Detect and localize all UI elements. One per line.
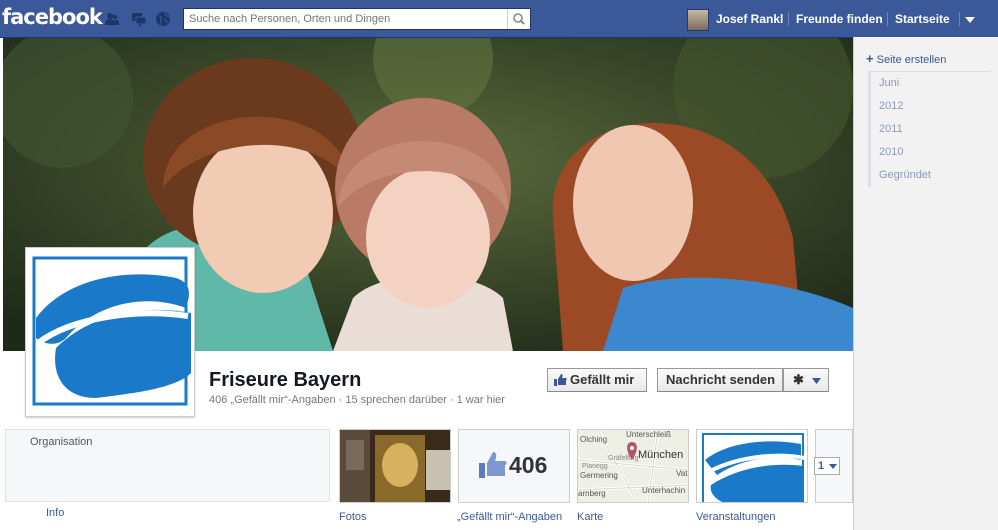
svg-text:Planegg: Planegg bbox=[582, 463, 608, 470]
like-button[interactable]: Gefällt mir bbox=[547, 368, 647, 392]
search-input[interactable] bbox=[184, 9, 514, 29]
svg-text:Unterhachin: Unterhachin bbox=[642, 486, 685, 495]
facebook-logo[interactable]: facebook bbox=[2, 5, 103, 29]
map-tile[interactable]: Unterschleiß Olching München Vat Germeri… bbox=[577, 429, 689, 503]
svg-text:arnberg: arnberg bbox=[578, 489, 606, 498]
search-button[interactable] bbox=[507, 9, 530, 29]
friseure-bayern-logo bbox=[32, 256, 192, 406]
user-name-link[interactable]: Josef Rankl bbox=[716, 12, 783, 26]
settings-dropdown-button[interactable]: ✱ bbox=[783, 368, 829, 392]
chevron-down-icon bbox=[812, 378, 821, 384]
messages-icon[interactable] bbox=[131, 11, 147, 27]
events-label[interactable]: Veranstaltungen bbox=[696, 511, 776, 523]
thumbs-up-icon bbox=[554, 374, 567, 386]
photos-tile[interactable] bbox=[339, 429, 451, 503]
nav-divider bbox=[887, 12, 888, 26]
map-thumbnail: Unterschleiß Olching München Vat Germeri… bbox=[578, 430, 688, 502]
search-icon bbox=[513, 13, 525, 25]
profile-picture[interactable] bbox=[25, 247, 195, 417]
more-apps-tile: 1 bbox=[814, 429, 853, 503]
svg-text:Vat: Vat bbox=[676, 469, 688, 478]
info-link[interactable]: Info bbox=[46, 507, 64, 519]
timeline-item-2011[interactable]: 2011 bbox=[871, 118, 991, 141]
more-apps-button[interactable]: 1 bbox=[814, 457, 840, 475]
home-link[interactable]: Startseite bbox=[895, 12, 950, 26]
svg-text:München: München bbox=[638, 449, 683, 461]
page-title: Friseure Bayern bbox=[209, 369, 362, 391]
likes-count: 406 bbox=[509, 452, 548, 478]
timeline-item-2012[interactable]: 2012 bbox=[871, 95, 991, 118]
notifications-globe-icon[interactable] bbox=[155, 11, 171, 27]
page-stats: 406 „Gefällt mir“-Angaben · 15 sprechen … bbox=[209, 394, 505, 406]
timeline-item-founded[interactable]: Gegründet bbox=[871, 164, 991, 187]
plus-icon: + bbox=[866, 51, 874, 66]
thumbs-up-icon bbox=[479, 452, 507, 478]
likes-label[interactable]: „Gefällt mir“-Angaben bbox=[457, 511, 562, 523]
top-bar: facebook Josef Rankl Freunde finden Star… bbox=[0, 0, 998, 38]
timeline-nav: Juni 2012 2011 2010 Gegründet bbox=[868, 71, 991, 187]
page-category: Organisation bbox=[30, 436, 93, 448]
create-page-link[interactable]: + Seite erstellen bbox=[866, 51, 946, 66]
map-label[interactable]: Karte bbox=[577, 511, 603, 523]
account-dropdown-icon[interactable] bbox=[965, 17, 975, 23]
chevron-down-icon bbox=[829, 464, 837, 469]
timeline-item-2010[interactable]: 2010 bbox=[871, 141, 991, 164]
events-tile[interactable] bbox=[696, 429, 808, 503]
nav-divider bbox=[788, 12, 789, 26]
nav-divider bbox=[959, 12, 960, 26]
right-sidebar: + Seite erstellen Juni 2012 2011 2010 Ge… bbox=[853, 37, 998, 530]
search-box bbox=[183, 8, 531, 30]
friend-requests-icon[interactable] bbox=[104, 11, 120, 27]
events-logo-thumbnail bbox=[702, 433, 806, 502]
svg-text:Unterschleiß: Unterschleiß bbox=[626, 430, 671, 439]
timeline-item-june[interactable]: Juni bbox=[871, 71, 991, 95]
user-avatar[interactable] bbox=[687, 9, 709, 31]
svg-text:Germering: Germering bbox=[580, 471, 618, 480]
send-message-button[interactable]: Nachricht senden bbox=[657, 368, 783, 392]
svg-text:Olching: Olching bbox=[580, 435, 607, 444]
likes-tile[interactable]: 406 bbox=[458, 429, 570, 503]
photos-label[interactable]: Fotos bbox=[339, 511, 367, 523]
photos-thumbnail bbox=[340, 430, 450, 502]
gear-icon: ✱ bbox=[793, 372, 804, 387]
find-friends-link[interactable]: Freunde finden bbox=[796, 12, 883, 26]
